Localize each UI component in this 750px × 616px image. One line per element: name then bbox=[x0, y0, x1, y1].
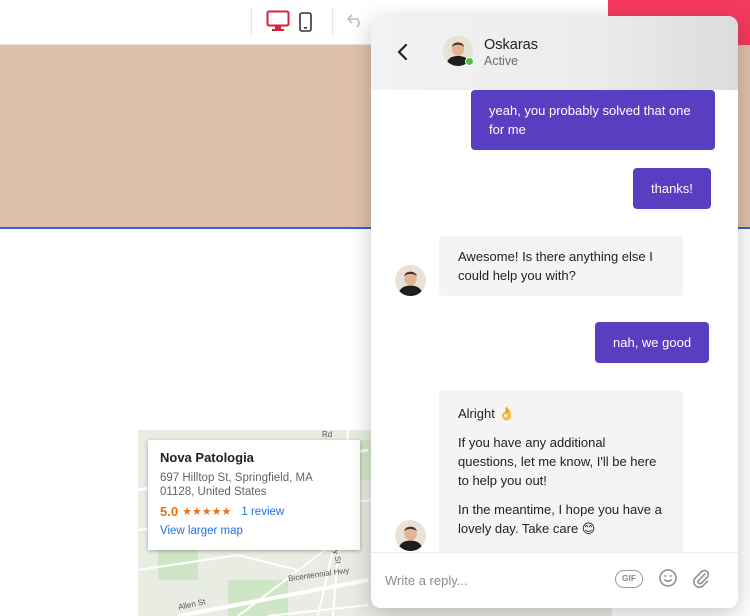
place-address: 697 Hilltop St, Springfield, MA 01128, U… bbox=[160, 472, 313, 498]
agent-avatar bbox=[395, 520, 426, 551]
toolbar-divider bbox=[332, 8, 333, 36]
agent-message-paragraph: In the meantime, I hope you have a lovel… bbox=[458, 502, 662, 536]
gif-button[interactable]: GIF bbox=[615, 570, 643, 588]
reply-input[interactable] bbox=[385, 567, 605, 593]
place-rating: 5.0 ★★★★★ 1 review bbox=[160, 504, 348, 519]
back-arrow-icon[interactable] bbox=[391, 40, 415, 64]
chat-header: Oskaras Active bbox=[371, 16, 738, 90]
agent-message-paragraph: If you have any additional questions, le… bbox=[458, 435, 657, 488]
agent-message-paragraph: Alright 👌 bbox=[458, 406, 515, 421]
chat-widget: Oskaras Active yeah, you probably solved… bbox=[371, 16, 738, 608]
star-rating-icon: ★★★★★ bbox=[182, 506, 232, 518]
reply-composer: GIF bbox=[371, 552, 738, 608]
toolbar-divider bbox=[251, 8, 252, 36]
user-message: thanks! bbox=[633, 168, 711, 209]
message-list[interactable]: yeah, you probably solved that one for m… bbox=[371, 90, 738, 552]
map-street-label: Rd bbox=[322, 430, 333, 439]
agent-avatar bbox=[395, 265, 426, 296]
view-larger-map-link[interactable]: View larger map bbox=[160, 525, 348, 537]
agent-status: Active bbox=[484, 54, 519, 68]
paperclip-icon[interactable] bbox=[692, 567, 710, 594]
user-message: nah, we good bbox=[595, 322, 710, 363]
agent-name: Oskaras bbox=[484, 37, 538, 53]
agent-message: Awesome! Is there anything else I could … bbox=[439, 236, 683, 296]
place-info-card: Nova Patologia 697 Hilltop St, Springfie… bbox=[148, 440, 360, 550]
mobile-icon[interactable] bbox=[299, 12, 312, 37]
desktop-icon[interactable] bbox=[266, 10, 290, 37]
rating-score: 5.0 bbox=[160, 504, 179, 519]
undo-icon[interactable] bbox=[346, 12, 364, 33]
online-status-dot bbox=[465, 57, 474, 66]
reviews-link[interactable]: 1 review bbox=[241, 506, 284, 518]
agent-message: Alright 👌 If you have any additional que… bbox=[439, 390, 683, 552]
user-message: yeah, you probably solved that one for m… bbox=[471, 90, 715, 150]
place-name: Nova Patologia bbox=[160, 450, 254, 465]
emoji-icon[interactable] bbox=[658, 568, 678, 593]
